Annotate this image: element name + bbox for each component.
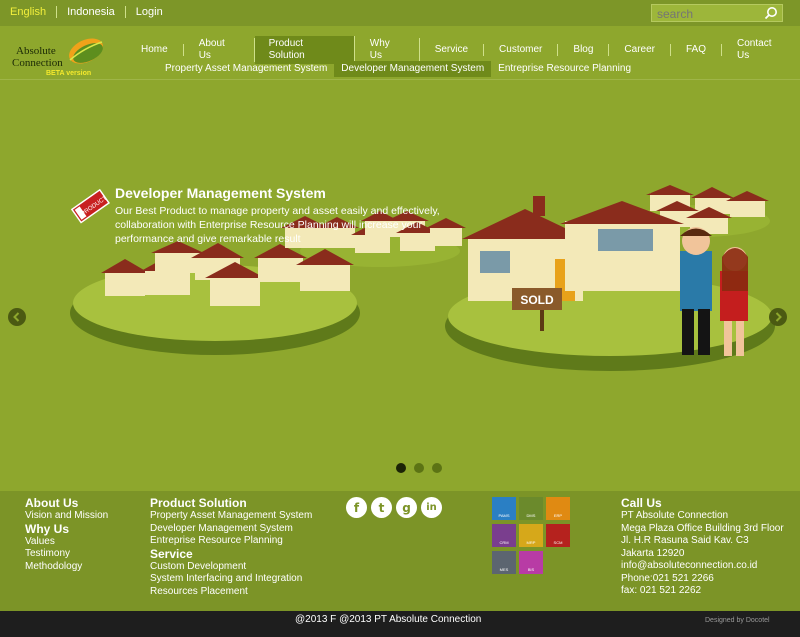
nav-career[interactable]: Career bbox=[609, 44, 671, 56]
app-erp-icon[interactable]: ERP bbox=[546, 497, 570, 520]
subnav-dms[interactable]: Developer Management System bbox=[334, 61, 492, 77]
logo[interactable]: Absolute Connection BETA version bbox=[10, 34, 106, 80]
footer-about-column: About Us Vision and Mission Why Us Value… bbox=[25, 497, 108, 573]
nav-contact-us[interactable]: Contact Us bbox=[722, 38, 800, 62]
search-input[interactable] bbox=[652, 6, 760, 22]
footer-values-link[interactable]: Values bbox=[25, 536, 108, 549]
footer-custom-dev-link[interactable]: Custom Development bbox=[150, 561, 312, 574]
footer-testimony-link[interactable]: Testimony bbox=[25, 548, 108, 561]
contact-fax: fax: 021 521 2262 bbox=[621, 585, 702, 596]
footer-whyus-heading[interactable]: Why Us bbox=[25, 522, 108, 536]
main-nav: Home About Us Product Solution Why Us Se… bbox=[126, 36, 800, 64]
slide-description: Our Best Product to manage property and … bbox=[115, 205, 440, 245]
footer-pams-link[interactable]: Property Asset Management System bbox=[150, 510, 312, 523]
nav-service[interactable]: Service bbox=[420, 44, 485, 56]
google-plus-icon[interactable]: g bbox=[396, 497, 417, 518]
social-links: f t g in bbox=[346, 497, 442, 518]
lang-indonesia[interactable]: Indonesia bbox=[57, 6, 126, 18]
linkedin-icon[interactable]: in bbox=[421, 497, 442, 518]
hero-slider: SOLD PRODUCT Developer Management System… bbox=[0, 81, 800, 491]
footer-vision-link[interactable]: Vision and Mission bbox=[25, 510, 108, 523]
top-bar: English Indonesia Login bbox=[0, 0, 800, 26]
lang-english[interactable]: English bbox=[10, 6, 58, 18]
nav-blog[interactable]: Blog bbox=[558, 44, 610, 56]
facebook-icon[interactable]: f bbox=[346, 497, 367, 518]
footer-about-heading[interactable]: About Us bbox=[25, 497, 108, 510]
search-icon[interactable] bbox=[764, 6, 778, 20]
footer-product-column: Product Solution Property Asset Manageme… bbox=[150, 497, 312, 598]
nav-faq[interactable]: FAQ bbox=[671, 44, 723, 56]
subnav-erp[interactable]: Entreprise Resource Planning bbox=[491, 61, 638, 77]
header: Absolute Connection BETA version Home Ab… bbox=[0, 26, 800, 80]
slide-pagination bbox=[396, 463, 442, 473]
contact-street: Jl. H.R Rasuna Said Kav. C3 bbox=[621, 535, 749, 546]
slide-dot-3[interactable] bbox=[432, 463, 442, 473]
contact-building: Mega Plaza Office Building 3rd Floor bbox=[621, 522, 784, 534]
leaf-logo-icon bbox=[69, 38, 103, 64]
slide-dot-2[interactable] bbox=[414, 463, 424, 473]
designed-by-text[interactable]: Designed by Docotel bbox=[705, 617, 770, 624]
footer-methodology-link[interactable]: Methodology bbox=[25, 561, 108, 574]
nav-home[interactable]: Home bbox=[126, 44, 184, 56]
contact-phone: Phone:021 521 2266 bbox=[621, 572, 714, 584]
footer-contact-column: Call Us PT Absolute Connection Mega Plaz… bbox=[621, 497, 784, 598]
nav-why-us[interactable]: Why Us bbox=[355, 38, 420, 62]
app-mrp-icon[interactable]: MRP bbox=[519, 524, 543, 547]
footer: About Us Vision and Mission Why Us Value… bbox=[0, 491, 800, 611]
app-crm-icon[interactable]: CRM bbox=[492, 524, 516, 547]
chevron-left-icon bbox=[13, 312, 20, 322]
subnav-pams[interactable]: Property Asset Management System bbox=[158, 61, 334, 77]
chevron-right-icon bbox=[775, 312, 782, 322]
beta-label: BETA version bbox=[46, 70, 92, 77]
footer-dms-link[interactable]: Developer Management System bbox=[150, 523, 312, 536]
slide-title: Developer Management System bbox=[115, 185, 326, 201]
twitter-icon[interactable]: t bbox=[371, 497, 392, 518]
footer-product-heading[interactable]: Product Solution bbox=[150, 497, 312, 510]
nav-customer[interactable]: Customer bbox=[484, 44, 559, 56]
next-slide-button[interactable] bbox=[769, 308, 787, 326]
search-box bbox=[651, 4, 783, 22]
contact-company: PT Absolute Connection bbox=[621, 510, 729, 521]
contact-email[interactable]: info@absoluteconnection.co.id bbox=[621, 560, 784, 573]
footer-callus-heading: Call Us bbox=[621, 496, 662, 510]
logo-text-line1: Absolute bbox=[16, 45, 56, 57]
product-apps-grid: PAMS DMS ERP CRM MRP SCM MES BIS bbox=[492, 497, 570, 574]
language-switcher: English Indonesia Login bbox=[10, 6, 173, 18]
app-mes-icon[interactable]: MES bbox=[492, 551, 516, 574]
login-link[interactable]: Login bbox=[126, 6, 173, 18]
nav-about-us[interactable]: About Us bbox=[184, 38, 255, 62]
copyright-text: @2013 F @2013 PT Absolute Connection bbox=[295, 614, 482, 625]
footer-resources-link[interactable]: Resources Placement bbox=[150, 586, 312, 599]
sub-nav: Property Asset Management System Develop… bbox=[158, 61, 638, 77]
contact-city: Jakarta 12920 bbox=[621, 547, 685, 559]
logo-text-line2: Connection bbox=[12, 57, 63, 69]
prev-slide-button[interactable] bbox=[8, 308, 26, 326]
slide-dot-1[interactable] bbox=[396, 463, 406, 473]
footer-service-heading[interactable]: Service bbox=[150, 547, 312, 561]
nav-product-solution[interactable]: Product Solution bbox=[254, 36, 355, 64]
app-dms-icon[interactable]: DMS bbox=[519, 497, 543, 520]
product-tag-icon: PRODUCT bbox=[70, 188, 110, 224]
app-scm-icon[interactable]: SCM bbox=[546, 524, 570, 547]
app-pams-icon[interactable]: PAMS bbox=[492, 497, 516, 520]
footer-integration-link[interactable]: System Interfacing and Integration bbox=[150, 573, 312, 586]
app-bis-icon[interactable]: BIS bbox=[519, 551, 543, 574]
footer-erp-link[interactable]: Entreprise Resource Planning bbox=[150, 535, 312, 548]
hero-illustration: SOLD bbox=[70, 185, 775, 371]
sold-sign: SOLD bbox=[520, 293, 554, 307]
